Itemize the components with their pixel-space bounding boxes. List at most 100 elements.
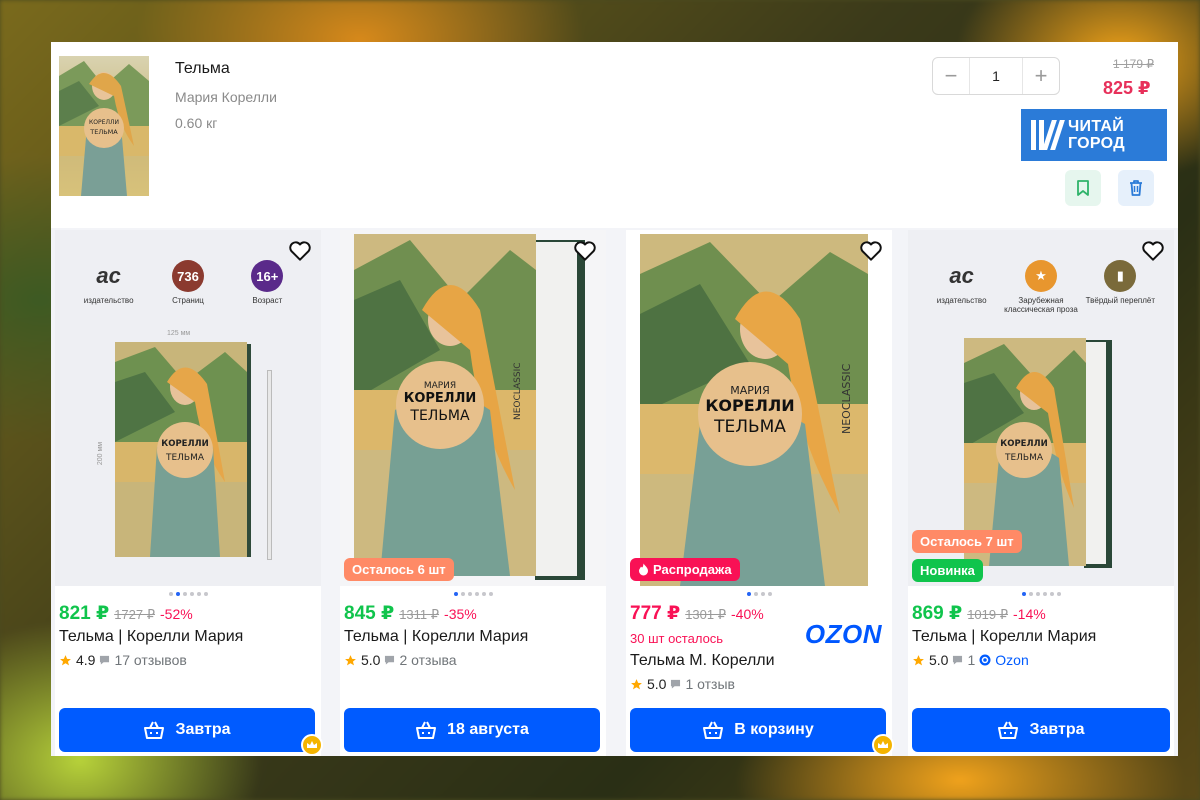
delivery-button[interactable]: Завтра: [912, 708, 1170, 752]
rating-row[interactable]: 5.0 2 отзыва: [344, 652, 457, 668]
product-card[interactable]: МАРИЯ КОРЕЛЛИ ТЕЛЬМА NEOCLASSIC Осталось…: [340, 230, 606, 756]
book-cover-image: МАРИЯ КОРЕЛЛИ ТЕЛЬМА NEOCLASSIC: [640, 234, 868, 586]
image-pager-dots[interactable]: [908, 592, 1174, 596]
dimension-height-label: 200 мм: [97, 441, 105, 466]
store-logo-line2: ГОРОД: [1068, 135, 1125, 152]
star-icon: [913, 654, 924, 665]
book-cover-image: КОРЕЛЛИ ТЕЛЬМА: [115, 342, 251, 557]
svg-text:ТЕЛЬМА: ТЕЛЬМА: [409, 408, 470, 424]
info-caption: издательство: [83, 296, 134, 305]
heart-icon[interactable]: [287, 238, 313, 264]
svg-text:ТЕЛЬМА: ТЕЛЬМА: [1004, 453, 1044, 463]
delivery-button-label: Завтра: [1029, 721, 1085, 738]
increase-quantity-button[interactable]: +: [1023, 58, 1059, 94]
cart-item-title[interactable]: Тельма: [175, 60, 230, 78]
price-line: 777 ₽ 1301 ₽ -40%: [630, 602, 764, 625]
current-price: 821 ₽: [59, 603, 110, 624]
old-price: 1301 ₽: [685, 607, 727, 622]
basket-icon: [144, 721, 165, 739]
rating-value: 5.0: [929, 652, 949, 668]
product-title[interactable]: Тельма | Корелли Мария: [912, 628, 1096, 646]
stock-badge: Осталось 6 шт: [344, 558, 454, 581]
current-price: 869 ₽: [912, 603, 963, 624]
product-title[interactable]: Тельма | Корелли Мария: [59, 628, 243, 646]
fire-icon: [639, 563, 648, 576]
delivery-button[interactable]: 18 августа: [344, 708, 600, 752]
svg-text:ТЕЛЬМА: ТЕЛЬМА: [89, 128, 118, 136]
product-info-icons: ac издательство 736 Страниц 16+ Возраст: [55, 260, 321, 305]
current-price: 845 ₽: [344, 603, 395, 624]
decrease-quantity-button[interactable]: −: [933, 58, 969, 94]
cart-item: КОРЕЛЛИ ТЕЛЬМА Тельма Мария Корелли 0.60…: [51, 42, 1178, 228]
cart-item-author: Мария Корелли: [175, 89, 277, 105]
pages-badge: 736: [171, 260, 204, 292]
heart-icon[interactable]: [858, 238, 884, 264]
product-title[interactable]: Тельма | Корелли Мария: [344, 628, 528, 646]
svg-text:КОРЕЛЛИ: КОРЕЛЛИ: [161, 439, 208, 449]
basket-icon: [416, 721, 437, 739]
svg-text:ТЕЛЬМА: ТЕЛЬМА: [713, 417, 786, 437]
svg-text:КОРЕЛЛИ: КОРЕЛЛИ: [89, 119, 119, 126]
series-label: NEOCLASSIC: [840, 363, 853, 434]
bookmark-button[interactable]: [1065, 170, 1101, 206]
delivery-button[interactable]: Завтра: [59, 708, 315, 752]
discount: -14%: [1013, 606, 1046, 622]
bookmark-icon: [1077, 180, 1089, 196]
image-pager-dots[interactable]: [626, 592, 892, 596]
delivery-button-label: Завтра: [175, 721, 231, 738]
basket-icon: [703, 721, 724, 739]
product-card[interactable]: ac издательство ★ Зарубежная классическа…: [908, 230, 1174, 756]
comment-icon: [385, 655, 395, 665]
heart-icon[interactable]: [572, 238, 598, 264]
discount: -35%: [444, 606, 477, 622]
discount: -52%: [160, 606, 193, 622]
image-pager-dots[interactable]: [55, 592, 321, 596]
store-logo-line1: ЧИТАЙ: [1068, 118, 1125, 135]
cart-price: 825 ₽: [1103, 78, 1151, 98]
star-icon: [345, 654, 356, 665]
basket-icon: [998, 721, 1019, 739]
info-caption: издательство: [936, 296, 987, 305]
svg-text:МАРИЯ: МАРИЯ: [424, 381, 456, 391]
cart-book-cover[interactable]: КОРЕЛЛИ ТЕЛЬМА: [59, 56, 149, 196]
product-image[interactable]: МАРИЯ КОРЕЛЛИ ТЕЛЬМА NEOCLASSIC: [340, 230, 606, 586]
chitai-gorod-logo[interactable]: ЧИТАЙ ГОРОД: [1021, 109, 1167, 161]
delete-button[interactable]: [1118, 170, 1154, 206]
quantity-stepper: − 1 +: [932, 57, 1060, 95]
cart-old-price: 1 179 ₽: [1113, 57, 1154, 71]
comment-icon: [100, 655, 110, 665]
product-info-icons: ac издательство ★ Зарубежная классическа…: [908, 260, 1174, 314]
product-image[interactable]: ac издательство 736 Страниц 16+ Возраст …: [55, 230, 321, 586]
add-to-cart-button[interactable]: В корзину: [630, 708, 886, 752]
price-line: 845 ₽ 1311 ₽ -35%: [344, 602, 477, 625]
seller-name[interactable]: Ozon: [995, 652, 1028, 668]
info-caption: Твёрдый переплёт: [1085, 296, 1156, 305]
ozon-icon: [979, 654, 991, 666]
reviews-count: 1 отзыв: [685, 676, 735, 692]
trash-icon: [1130, 180, 1142, 196]
old-price: 1019 ₽: [967, 607, 1009, 622]
page-panel: КОРЕЛЛИ ТЕЛЬМА Тельма Мария Корелли 0.60…: [51, 42, 1178, 756]
price-line: 869 ₽ 1019 ₽ -14%: [912, 602, 1046, 625]
info-caption: Возраст: [252, 296, 283, 305]
cart-item-weight: 0.60 кг: [175, 115, 218, 131]
delivery-button-label: 18 августа: [447, 721, 529, 738]
product-card[interactable]: ac издательство 736 Страниц 16+ Возраст …: [55, 230, 323, 756]
dimension-width-label: 125 мм: [167, 330, 191, 337]
rating-row[interactable]: 5.0 1 отзыв: [630, 676, 735, 692]
old-price: 1727 ₽: [114, 607, 156, 622]
product-title[interactable]: Тельма М. Корелли: [630, 652, 775, 670]
product-image[interactable]: МАРИЯ КОРЕЛЛИ ТЕЛЬМА NEOCLASSIC: [626, 230, 892, 586]
quantity-value[interactable]: 1: [969, 58, 1023, 94]
add-to-cart-label: В корзину: [734, 721, 814, 738]
image-pager-dots[interactable]: [340, 592, 606, 596]
series-label: NEOCLASSIC: [513, 362, 523, 420]
rating-row[interactable]: 5.0 1 Ozon: [912, 652, 1029, 668]
product-card[interactable]: МАРИЯ КОРЕЛЛИ ТЕЛЬМА NEOCLASSIC Распрода…: [626, 230, 894, 756]
ozon-logo: OZON: [804, 619, 882, 649]
heart-icon[interactable]: [1140, 238, 1166, 264]
stock-left-label: 30 шт осталось: [630, 631, 724, 646]
current-price: 777 ₽: [630, 603, 681, 624]
rating-value: 4.9: [76, 652, 96, 668]
rating-row[interactable]: 4.9 17 отзывов: [59, 652, 187, 668]
